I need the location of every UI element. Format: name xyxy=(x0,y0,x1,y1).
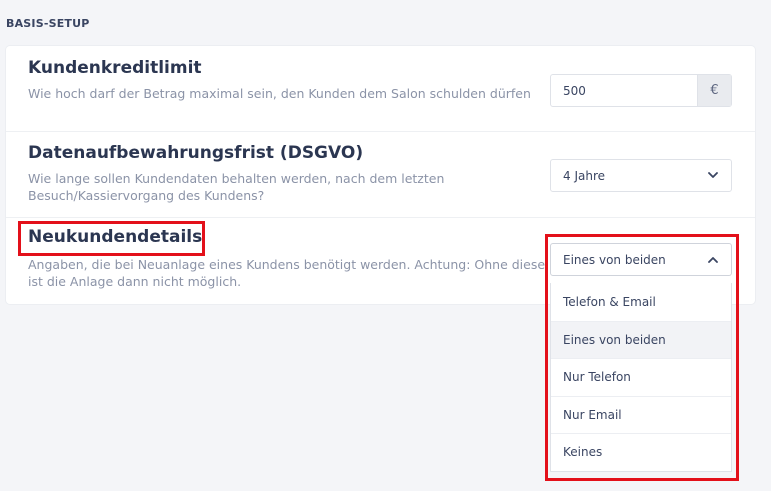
dropdown-option-nur-telefon[interactable]: Nur Telefon xyxy=(551,358,731,396)
new-customer-select-value: Eines von beiden xyxy=(563,252,666,267)
credit-limit-input[interactable] xyxy=(551,75,697,106)
dropdown-option-nur-email[interactable]: Nur Email xyxy=(551,395,731,434)
new-customer-dropdown-list: Telefon & Email Eines von beiden Nur Tel… xyxy=(550,283,732,472)
retention-title: Datenaufbewahrungsfrist (DSGVO) xyxy=(28,143,364,163)
chevron-down-icon xyxy=(707,170,719,182)
section-title: BASIS-SETUP xyxy=(6,17,90,30)
dropdown-option-keines[interactable]: Keines xyxy=(551,433,731,471)
credit-limit-title: Kundenkreditlimit xyxy=(28,58,202,78)
setting-row-credit-limit: Kundenkreditlimit Wie hoch darf der Betr… xyxy=(6,46,755,132)
retention-select-value: 4 Jahre xyxy=(563,168,605,183)
credit-limit-description: Wie hoch darf der Betrag maximal sein, d… xyxy=(28,86,531,101)
new-customer-select[interactable]: Eines von beiden xyxy=(550,243,732,276)
retention-select[interactable]: 4 Jahre xyxy=(550,159,732,192)
new-customer-description: Angaben, die bei Neuanlage eines Kundens… xyxy=(28,257,546,289)
dropdown-option-eines-von-beiden[interactable]: Eines von beiden xyxy=(551,320,731,358)
credit-limit-input-group: € xyxy=(550,74,732,107)
retention-description: Wie lange sollen Kundendaten behalten we… xyxy=(28,171,445,203)
new-customer-title: Neukundendetails xyxy=(28,227,203,247)
settings-card: Kundenkreditlimit Wie hoch darf der Betr… xyxy=(6,46,755,304)
setting-row-retention: Datenaufbewahrungsfrist (DSGVO) Wie lang… xyxy=(6,132,755,218)
chevron-up-icon xyxy=(707,254,719,266)
dropdown-option-telefon-email[interactable]: Telefon & Email xyxy=(551,283,731,321)
currency-addon: € xyxy=(697,75,731,106)
